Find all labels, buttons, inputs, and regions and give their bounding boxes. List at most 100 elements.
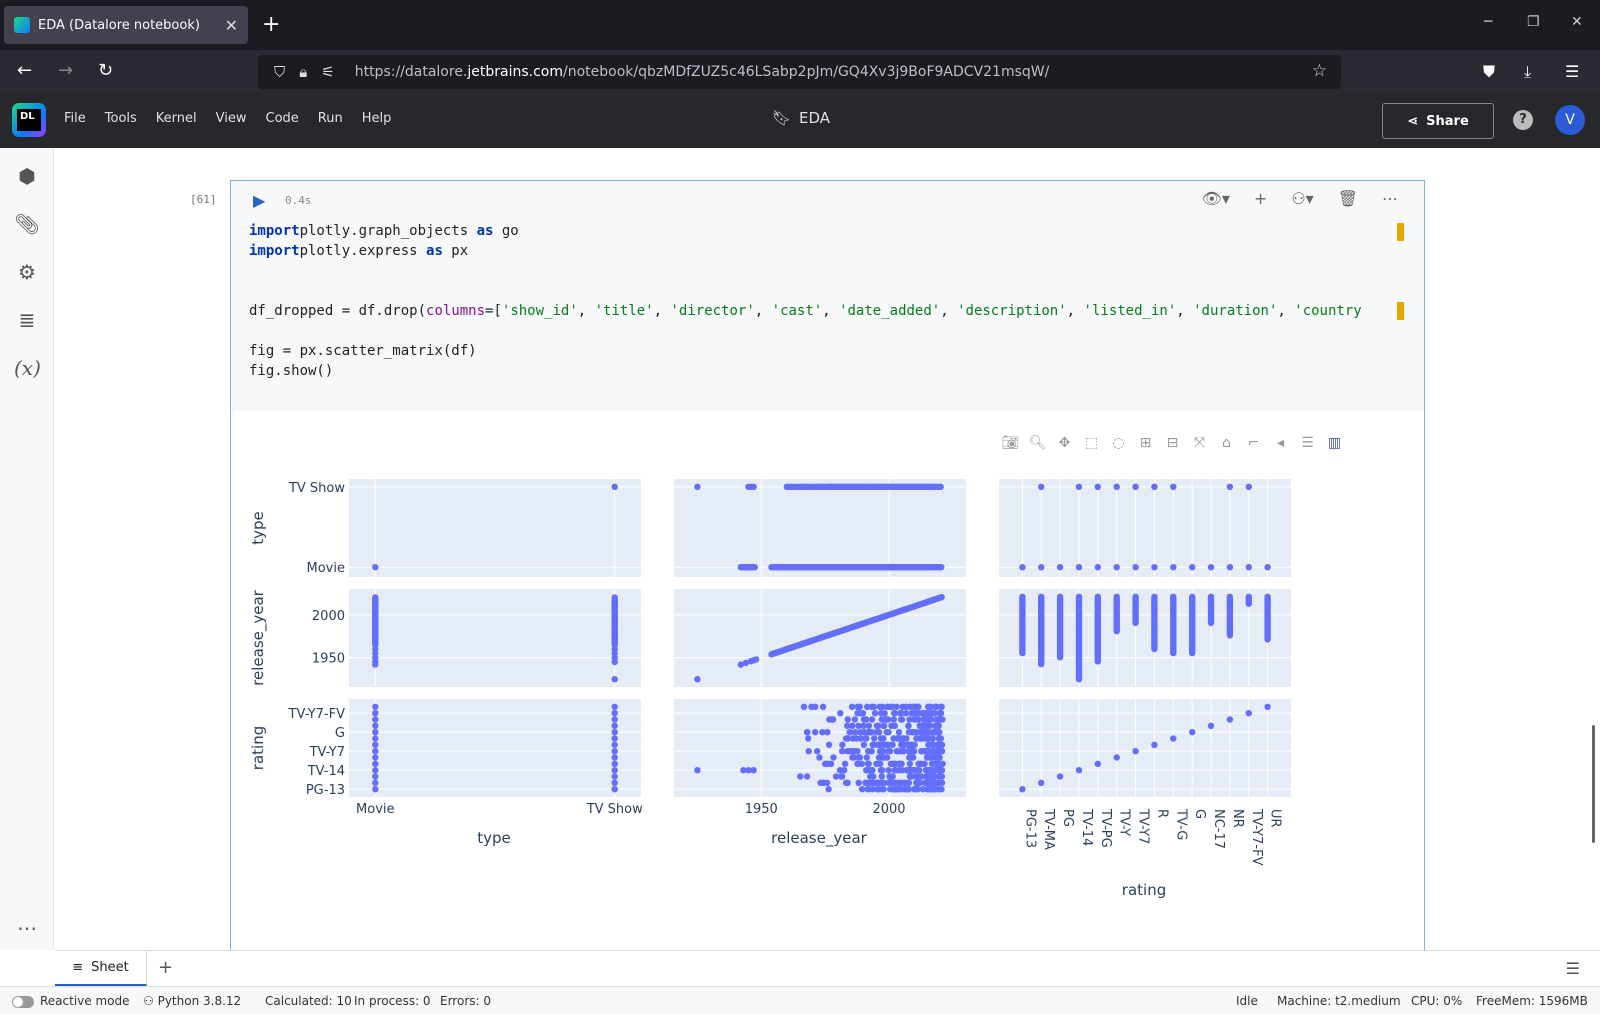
share-button[interactable]: ⋖ Share	[1382, 103, 1494, 139]
scatter-point	[1245, 564, 1252, 571]
user-avatar[interactable]: V	[1555, 105, 1585, 135]
menu-item-tools[interactable]: Tools	[105, 111, 137, 126]
bookmark-star-icon[interactable]: ☆	[1312, 61, 1327, 81]
code-line[interactable]: importplotly.express as px	[249, 241, 1362, 261]
more-options-icon[interactable]: ⋯	[1382, 189, 1398, 208]
sheet-menu-icon[interactable]: ☰	[1566, 959, 1580, 978]
scatter-point	[898, 741, 905, 748]
scatter-point	[887, 760, 894, 767]
scatter-point	[891, 710, 898, 717]
back-icon[interactable]: ←	[17, 60, 32, 81]
browser-tab-strip: EDA (Datalore notebook) ✕ + ─ ❐ ✕	[0, 0, 1600, 50]
window-close-icon[interactable]: ✕	[1571, 14, 1583, 30]
address-bar[interactable]: ⛉ 🔒︎ ⚟ https://datalore.jetbrains.com/no…	[258, 55, 1341, 89]
scatter-point	[1226, 564, 1234, 571]
menu-item-help[interactable]: Help	[362, 111, 392, 126]
machine-label[interactable]: Machine: t2.medium	[1277, 994, 1401, 1008]
warning-marker[interactable]	[1397, 223, 1404, 241]
scatter-point	[611, 748, 618, 755]
scatter-point	[1170, 483, 1177, 490]
add-sheet-button[interactable]: +	[158, 957, 173, 978]
shield-icon[interactable]: ⛉	[274, 63, 285, 81]
plot-panel-background	[674, 479, 966, 577]
code-line[interactable]: df_dropped = df.drop(columns=['show_id',…	[249, 301, 1362, 321]
y-tick-label: TV Show	[288, 481, 345, 496]
scatter-point	[1132, 748, 1139, 755]
scatter-point	[914, 710, 921, 717]
reload-icon[interactable]: ↻	[98, 60, 113, 81]
code-token: ,	[822, 303, 840, 319]
code-line[interactable]	[249, 261, 1362, 281]
menu-item-file[interactable]: File	[64, 111, 86, 126]
warning-marker[interactable]	[1397, 302, 1404, 320]
new-tab-icon[interactable]: +	[262, 12, 280, 37]
code-line[interactable]: fig = px.scatter_matrix(df)	[249, 341, 1362, 361]
datalore-logo[interactable]: DL	[12, 103, 46, 137]
python-kernel-icon[interactable]: ⚇▾	[1291, 189, 1313, 208]
attachments-icon[interactable]: 📎︎	[14, 212, 40, 236]
scatter-point	[844, 716, 851, 723]
code-line[interactable]	[249, 321, 1362, 341]
pocket-icon[interactable]: ⛊	[1483, 62, 1495, 82]
scatter-point	[870, 741, 877, 748]
code-editor[interactable]: ▶ 0.4s 👁︎▾ + ⚇▾ 🗑︎ ⋯ importplotly.graph_…	[231, 181, 1424, 411]
datalore-favicon-icon	[14, 17, 30, 33]
scatter-point	[878, 773, 885, 780]
code-token: 'country	[1294, 303, 1362, 319]
notebook-scrollbar[interactable]	[1592, 725, 1595, 843]
help-icon[interactable]: ?	[1513, 110, 1533, 130]
browser-tab[interactable]: EDA (Datalore notebook) ✕	[4, 6, 248, 44]
add-cell-icon[interactable]: +	[1254, 189, 1267, 208]
python-icon: ⚇	[143, 994, 158, 1008]
scatter-point	[875, 729, 883, 736]
x-tick-label: TV-Y	[1117, 808, 1132, 836]
sheet-tab[interactable]: ≡ Sheet	[55, 951, 147, 986]
code-line[interactable]	[249, 281, 1362, 301]
menu-item-view[interactable]: View	[216, 111, 247, 126]
minimize-icon[interactable]: ─	[1484, 14, 1492, 30]
code-text[interactable]: importplotly.graph_objects as go importpl…	[249, 221, 1362, 381]
reactive-mode-toggle[interactable]: Reactive mode	[12, 994, 130, 1008]
machine-icon[interactable]: ⚙	[14, 260, 40, 284]
code-cell[interactable]: ▶ 0.4s 👁︎▾ + ⚇▾ 🗑︎ ⋯ importplotly.graph_…	[230, 180, 1425, 952]
close-tab-icon[interactable]: ✕	[225, 16, 238, 35]
scatter-point	[935, 716, 942, 723]
code-token: px	[442, 243, 469, 259]
menu-item-code[interactable]: Code	[266, 111, 299, 126]
code-line[interactable]: importplotly.graph_objects as go	[249, 221, 1362, 241]
outline-icon[interactable]: ≣	[14, 308, 40, 332]
scatter-point	[865, 786, 873, 793]
variables-icon[interactable]: (x)	[14, 356, 41, 380]
code-line[interactable]: fig.show()	[249, 361, 1362, 381]
menu-item-run[interactable]: Run	[318, 111, 343, 126]
scatter-point	[860, 716, 868, 723]
python-version[interactable]: ⚇ Python 3.8.12	[143, 994, 241, 1008]
environment-icon[interactable]: ⬢	[14, 164, 40, 188]
scatter-point	[372, 703, 379, 710]
downloads-icon[interactable]: ⤓	[1524, 62, 1531, 82]
calculated-count: Calculated: 10	[265, 994, 352, 1008]
run-cell-icon[interactable]: ▶	[253, 191, 265, 210]
scatter-point	[932, 703, 939, 710]
scatter-point	[1113, 627, 1120, 635]
restore-icon[interactable]: ❐	[1527, 14, 1540, 30]
lock-icon[interactable]: 🔒︎	[299, 63, 307, 81]
scatter-point	[1132, 483, 1139, 490]
visibility-icon[interactable]: 👁︎▾	[1202, 189, 1230, 208]
scatter-point	[922, 748, 929, 755]
scatter-matrix-chart: Movie TV Show 1950 2000 TV-Y7-FV G TV-Y7 TV-14 P…	[249, 479, 1291, 899]
scatter-point	[864, 703, 871, 710]
app-menu-icon[interactable]: ☰	[1565, 62, 1579, 81]
scatter-point	[1170, 564, 1177, 571]
scatter-point	[871, 735, 878, 742]
scatter-point	[1189, 729, 1196, 736]
more-tools-icon[interactable]: ⋯	[14, 916, 40, 940]
menu-item-kernel[interactable]: Kernel	[156, 111, 197, 126]
notebook-title[interactable]: 🔖︎ EDA	[772, 109, 830, 127]
delete-cell-icon[interactable]: 🗑︎	[1338, 189, 1358, 208]
permissions-icon[interactable]: ⚟	[321, 63, 334, 81]
toggle-icon[interactable]	[12, 995, 34, 1008]
scatter-point	[907, 773, 915, 780]
scatter-point	[1151, 741, 1158, 748]
forward-icon[interactable]: →	[58, 60, 73, 81]
